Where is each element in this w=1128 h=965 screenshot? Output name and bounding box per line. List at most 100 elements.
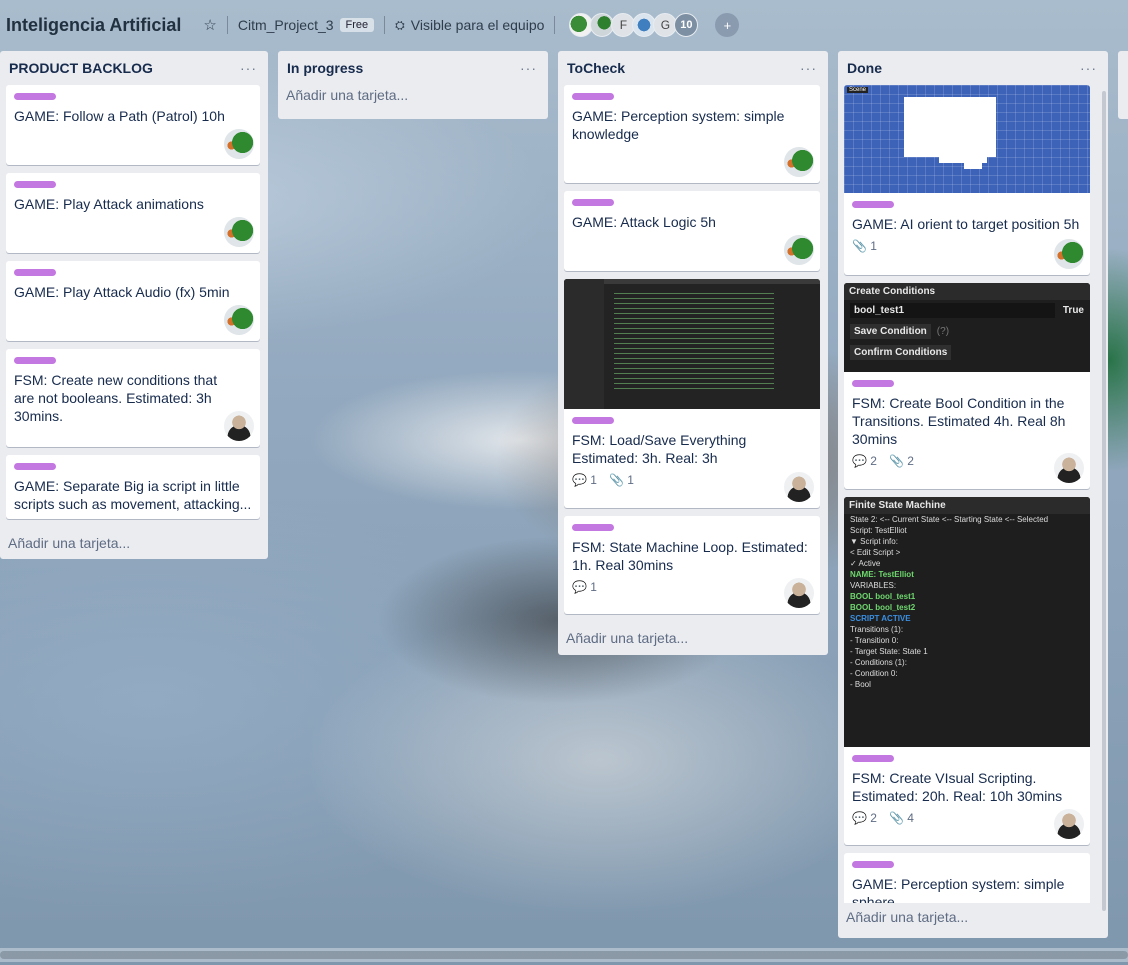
attachment-badge: 📎 1 [852, 239, 877, 253]
avatar[interactable] [224, 217, 254, 247]
cover-line: State 2: <-- Current State <-- Starting … [850, 515, 1049, 524]
plan-badge: Free [339, 18, 375, 32]
team-button[interactable]: Citm_Project_3 Free [238, 17, 375, 33]
comment-icon: 💬 [852, 811, 867, 825]
card[interactable]: GAME: Play Attack Audio (fx) 5min [6, 261, 260, 341]
card-label [852, 201, 894, 208]
card-cover-image: Finite State Machine State 2: <-- Curren… [844, 497, 1090, 747]
cover-line: VARIABLES: [850, 581, 897, 590]
card-container: Scene GAME: AI orient to target position… [844, 85, 1090, 903]
member-count-badge[interactable]: 10 [674, 13, 699, 37]
avatar[interactable] [224, 411, 254, 441]
card[interactable]: Finite State Machine State 2: <-- Curren… [844, 497, 1090, 845]
card-label [852, 380, 894, 387]
card[interactable]: GAME: Perception system: simple sphere [844, 853, 1090, 903]
list-header: PRODUCT BACKLOG ··· [6, 51, 260, 85]
board-horizontal-scrollbar[interactable] [0, 948, 1128, 962]
comment-badge: 💬 2 [852, 454, 877, 468]
list-menu-icon[interactable]: ··· [520, 60, 537, 76]
card-title: GAME: Play Attack animations [14, 196, 204, 212]
list-header: In progress ··· [284, 51, 540, 85]
member-list: F G 10 [569, 13, 699, 37]
card-title: GAME: Play Attack Audio (fx) 5min [14, 284, 230, 300]
list-menu-icon[interactable]: ··· [1080, 60, 1097, 76]
avatar[interactable] [1054, 453, 1084, 483]
cover-line: - Target State: State 1 [850, 647, 928, 656]
add-member-icon[interactable]: + [715, 13, 740, 37]
cover-tag: Scene [847, 87, 869, 93]
card[interactable]: Scene GAME: AI orient to target position… [844, 85, 1090, 275]
card-cover-image: Create Conditions bool_test1 True Save C… [844, 283, 1090, 372]
star-icon[interactable]: ☆ [203, 16, 216, 34]
visibility-button[interactable]: ⛭ Visible para el equipo [395, 17, 544, 33]
card[interactable]: FSM: Create new conditions that are not … [6, 349, 260, 447]
comment-icon: 💬 [572, 473, 587, 487]
avatar[interactable] [224, 129, 254, 159]
board-header: Inteligencia Artificial ☆ Citm_Project_3… [0, 0, 1128, 50]
avatar[interactable] [784, 235, 814, 265]
add-card-button[interactable]: Añadir una tarjeta... [844, 903, 1100, 929]
avatar[interactable] [784, 472, 814, 502]
list-title[interactable]: ToCheck [567, 60, 625, 76]
card[interactable]: Create Conditions bool_test1 True Save C… [844, 283, 1090, 489]
card-badges: 💬 1 📎 1 [572, 473, 812, 487]
next-list-edge [1118, 51, 1128, 119]
cover-panel-header: Create Conditions [844, 283, 1090, 300]
list-title[interactable]: In progress [287, 60, 363, 76]
avatar[interactable] [784, 147, 814, 177]
avatar[interactable] [224, 305, 254, 335]
cover-field: bool_test1 [850, 303, 1055, 318]
cover-save-row: Save Condition (?) [844, 321, 1090, 342]
card-label [14, 357, 56, 364]
board-title[interactable]: Inteligencia Artificial [6, 15, 181, 36]
card-label [572, 199, 614, 206]
add-card-button[interactable]: Añadir una tarjeta... [6, 527, 260, 555]
card[interactable]: GAME: Separate Big ia script in little s… [6, 455, 260, 519]
paperclip-icon: 📎 [888, 454, 904, 468]
card[interactable]: FSM: Load/Save Everything Estimated: 3h.… [564, 279, 820, 508]
card[interactable]: GAME: Perception system: simple knowledg… [564, 85, 820, 183]
paperclip-icon: 📎 [888, 811, 904, 825]
card-label [14, 269, 56, 276]
list-scrollbar[interactable] [1102, 91, 1106, 911]
card-label [14, 181, 56, 188]
list-in-progress: In progress ··· Añadir una tarjeta... [278, 51, 548, 119]
card-label [572, 417, 614, 424]
list-title[interactable]: PRODUCT BACKLOG [9, 60, 153, 76]
list-product-backlog: PRODUCT BACKLOG ··· GAME: Follow a Path … [0, 51, 268, 559]
avatar[interactable] [784, 578, 814, 608]
card[interactable]: FSM: State Machine Loop. Estimated: 1h. … [564, 516, 820, 614]
cover-field-row: bool_test1 True [844, 300, 1090, 321]
card[interactable]: GAME: Play Attack animations [6, 173, 260, 253]
card-label [572, 524, 614, 531]
cover-line: ✓ Active [850, 559, 881, 568]
cover-line: NAME: TestElliot [850, 570, 914, 579]
comment-badge: 💬 1 [572, 473, 597, 487]
scrollbar-thumb[interactable] [0, 951, 1128, 959]
card-badges: 💬 2 📎 2 [852, 454, 1082, 468]
list-menu-icon[interactable]: ··· [240, 60, 257, 76]
card[interactable]: GAME: Follow a Path (Patrol) 10h [6, 85, 260, 165]
add-card-button[interactable]: Añadir una tarjeta... [564, 622, 820, 650]
cover-panel-header: Finite State Machine [844, 497, 1090, 514]
avatar[interactable] [1054, 239, 1084, 269]
list-menu-icon[interactable]: ··· [800, 60, 817, 76]
cover-confirm-button: Confirm Conditions [850, 345, 952, 360]
cover-confirm-row: Confirm Conditions [844, 342, 1090, 363]
card-label [852, 755, 894, 762]
card-title: FSM: Create VIsual Scripting. Estimated:… [852, 770, 1063, 804]
cover-line: ▼ Script info: [850, 537, 898, 546]
card-label [852, 861, 894, 868]
card-label [572, 93, 614, 100]
card-title: FSM: Create new conditions that are not … [14, 372, 218, 424]
cover-line: SCRIPT ACTIVE [850, 614, 911, 623]
card[interactable]: GAME: Attack Logic 5h [564, 191, 820, 271]
cover-line: - Conditions (1): [850, 658, 907, 667]
cover-save-button: Save Condition [850, 324, 931, 339]
comment-icon: 💬 [572, 580, 587, 594]
divider [384, 16, 386, 34]
avatar[interactable] [1054, 809, 1084, 839]
add-card-button[interactable]: Añadir una tarjeta... [284, 85, 540, 107]
list-title[interactable]: Done [847, 60, 882, 76]
card-title: GAME: Perception system: simple sphere [852, 876, 1065, 903]
